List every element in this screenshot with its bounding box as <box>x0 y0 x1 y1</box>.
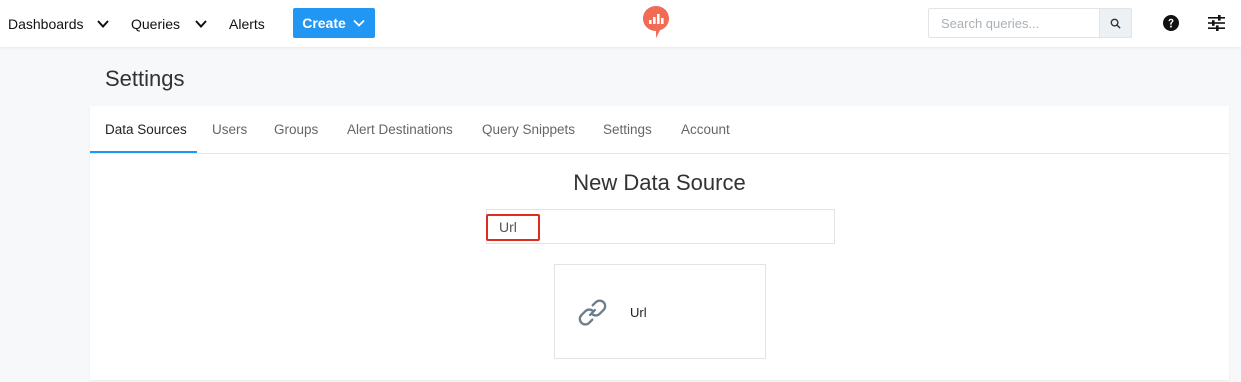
search-icon <box>1110 18 1121 29</box>
search-bar <box>928 8 1132 38</box>
sliders-icon[interactable] <box>1208 15 1225 31</box>
nav-queries[interactable]: Queries <box>131 0 180 47</box>
nav-alerts[interactable]: Alerts <box>229 0 265 47</box>
tab-query-snippets[interactable]: Query Snippets <box>482 106 575 153</box>
tab-groups[interactable]: Groups <box>274 106 318 153</box>
page-title: Settings <box>105 66 185 91</box>
tab-alert-destinations[interactable]: Alert Destinations <box>347 106 453 153</box>
chevron-down-icon <box>353 19 365 27</box>
nav-alerts-label: Alerts <box>229 15 265 32</box>
tab-users[interactable]: Users <box>212 106 247 153</box>
tab-data-sources[interactable]: Data Sources <box>105 106 187 153</box>
dashboards-chevron-down-icon[interactable] <box>96 17 110 31</box>
link-icon <box>578 299 607 326</box>
nav-dashboards-label: Dashboards <box>8 15 84 32</box>
active-tab-indicator <box>90 151 197 153</box>
data-source-search-value: Url <box>499 218 517 235</box>
section-title: New Data Source <box>573 170 746 195</box>
nav-queries-label: Queries <box>131 15 181 32</box>
data-source-tile-url[interactable]: Url <box>554 264 766 359</box>
queries-chevron-down-icon[interactable] <box>194 17 208 31</box>
create-button[interactable]: Create <box>293 8 375 38</box>
tab-account[interactable]: Account <box>681 106 730 153</box>
search-button[interactable] <box>1099 8 1132 38</box>
create-button-label: Create <box>302 15 346 31</box>
settings-card: Data Sources Users Groups Alert Destinat… <box>90 106 1229 380</box>
tab-settings[interactable]: Settings <box>603 106 652 153</box>
data-source-search-input[interactable]: Url <box>486 209 835 244</box>
nav-dashboards[interactable]: Dashboards <box>8 0 84 47</box>
top-navbar: Dashboards Queries Alerts Create <box>0 0 1241 47</box>
search-input[interactable] <box>928 8 1099 38</box>
redash-logo-icon[interactable] <box>642 5 670 39</box>
data-source-tile-label: Url <box>630 305 647 320</box>
help-icon[interactable] <box>1163 15 1179 31</box>
settings-tabs: Data Sources Users Groups Alert Destinat… <box>90 106 1229 154</box>
